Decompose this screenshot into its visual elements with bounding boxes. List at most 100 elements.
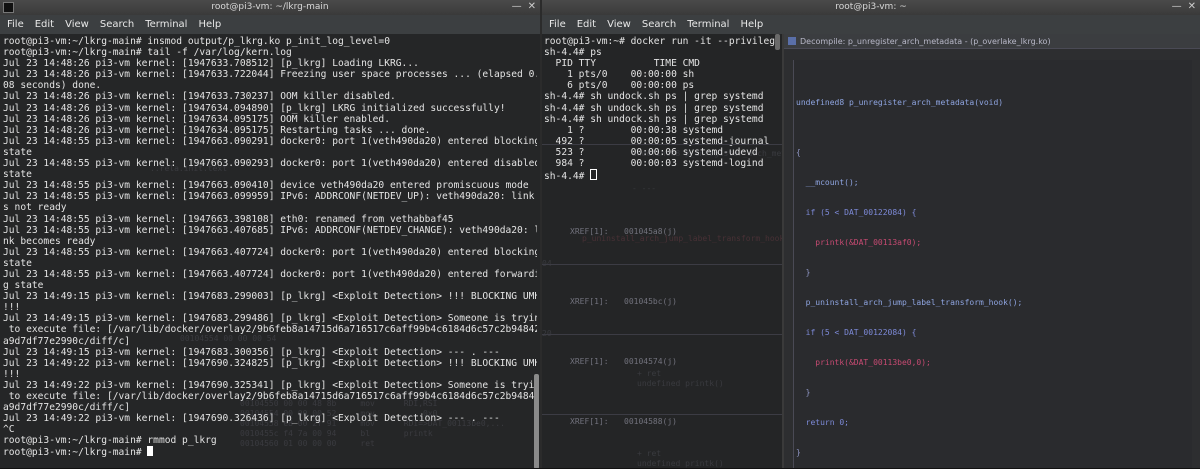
- terminal-line: 1 ? 00:00:38 systemd: [544, 124, 724, 136]
- menu-edit[interactable]: Edit: [577, 19, 596, 30]
- terminal-line: Jul 23 14:49:22 pi3-vm kernel: [1947690.…: [3, 357, 537, 369]
- terminal-line: 08 seconds) done.: [3, 80, 102, 92]
- code-line: }: [796, 448, 801, 457]
- terminal-line: Jul 23 14:48:55 pi3-vm kernel: [1947663.…: [3, 191, 537, 203]
- terminal-line: PID TTY TIME CMD: [544, 58, 700, 70]
- left-terminal-window[interactable]: root@pi3-vm: ~/lkrg-main — ✕ File Edit V…: [0, 0, 540, 469]
- terminal-line: Jul 23 14:49:15 pi3-vm kernel: [1947683.…: [3, 291, 537, 303]
- menu-edit[interactable]: Edit: [35, 19, 54, 30]
- code-line: __mcount();: [796, 178, 859, 187]
- close-icon[interactable]: ✕: [1188, 1, 1196, 12]
- code-line: if (5 < DAT_00122084) {: [796, 208, 917, 217]
- terminal-line: Jul 23 14:49:22 pi3-vm kernel: [1947690.…: [3, 413, 500, 425]
- terminal-line: g state: [3, 280, 44, 292]
- terminal-line: to execute file: [/var/lib/docker/overla…: [3, 391, 537, 402]
- terminal-line: root@pi3-vm:~/lkrg-main#: [3, 446, 537, 458]
- code-line: if (5 < DAT_00122084) {: [796, 328, 917, 337]
- terminal-line: a9d7df77e2990c/diff/c]: [3, 402, 131, 414]
- terminal-cursor: [590, 169, 598, 181]
- terminal-line: sh-4.4# ps: [544, 47, 602, 59]
- terminal-line: Jul 23 14:48:26 pi3-vm kernel: [1947633.…: [3, 69, 537, 81]
- terminal-line: Jul 23 14:49:15 pi3-vm kernel: [1947683.…: [3, 346, 500, 358]
- terminal-line: root@pi3-vm:~# docker run -it --privileg…: [544, 36, 780, 47]
- xref-label: XREF[1]:: [570, 417, 609, 426]
- code-line: printk(&DAT_00113af0);: [796, 238, 922, 247]
- terminal-line: !!!: [3, 368, 21, 380]
- xref-label: XREF[1]:: [570, 357, 609, 366]
- decompiler-code[interactable]: undefined8 p_unregister_arch_metadata(vo…: [793, 60, 1192, 469]
- terminal-line: ^C: [3, 424, 15, 436]
- menu-terminal[interactable]: Terminal: [145, 19, 187, 30]
- terminal-line: root@pi3-vm:~/lkrg-main# tail -f /var/lo…: [3, 47, 292, 59]
- menu-search[interactable]: Search: [100, 19, 134, 30]
- xref-label: XREF[1]:: [570, 227, 609, 236]
- menu-file[interactable]: File: [549, 19, 566, 30]
- terminal-line: Jul 23 14:48:55 pi3-vm kernel: [1947663.…: [3, 224, 537, 236]
- right-window-title: root@pi3-vm: ~: [835, 2, 907, 12]
- menu-file[interactable]: File: [7, 19, 24, 30]
- left-menubar: File Edit View Search Terminal Help: [0, 15, 540, 35]
- xref-label: XREF[1]:: [570, 297, 609, 306]
- minimize-icon[interactable]: —: [1172, 1, 1182, 12]
- terminal-line: sh-4.4# sh undock.sh ps | grep systemd: [544, 91, 764, 103]
- terminal-line: !!!: [3, 302, 21, 314]
- terminal-line: root@pi3-vm:~/lkrg-main# insmod output/p…: [3, 36, 390, 47]
- terminal-line: Jul 23 14:49:22 pi3-vm kernel: [1947690.…: [3, 379, 537, 391]
- right-terminal-window[interactable]: root@pi3-vm: ~ — ✕ File Edit View Search…: [542, 0, 1200, 469]
- menu-view[interactable]: View: [65, 19, 89, 30]
- terminal-line: sh-4.4# sh undock.sh ps | grep systemd: [544, 113, 764, 125]
- terminal-line: state: [3, 169, 32, 181]
- menu-terminal[interactable]: Terminal: [687, 19, 729, 30]
- code-line: undefined8 p_unregister_arch_metadata(vo…: [796, 98, 1004, 107]
- terminal-line: 984 ? 00:00:03 systemd-logind: [544, 158, 764, 170]
- left-window-titlebar[interactable]: root@pi3-vm: ~/lkrg-main — ✕: [0, 0, 540, 15]
- code-line: printk(&DAT_00113be0,0);: [796, 358, 931, 367]
- close-icon[interactable]: ✕: [528, 1, 536, 12]
- xref-address: 001045a8(j): [624, 227, 677, 236]
- decompiler-tab-label: Decompile: p_unregister_arch_metadata - …: [800, 36, 1051, 46]
- terminal-line: Jul 23 14:48:55 pi3-vm kernel: [1947663.…: [3, 180, 529, 192]
- xref-address: 001045bc(j): [624, 297, 677, 306]
- decompiler-icon: [788, 37, 796, 45]
- left-scrollbar[interactable]: [534, 374, 539, 469]
- terminal-line: nk becomes ready: [3, 235, 96, 247]
- terminal-line: Jul 23 14:48:55 pi3-vm kernel: [1947663.…: [3, 158, 537, 170]
- right-scrollbar[interactable]: [775, 34, 780, 50]
- right-window-titlebar[interactable]: root@pi3-vm: ~ — ✕: [542, 0, 1200, 15]
- code-line: p_uninstall_arch_jump_label_transform_ho…: [796, 298, 1023, 307]
- terminal-line: Jul 23 14:48:26 pi3-vm kernel: [1947634.…: [3, 102, 506, 114]
- decompiler-panel[interactable]: Decompile: p_unregister_arch_metadata - …: [784, 34, 1200, 469]
- minimize-icon[interactable]: —: [512, 1, 522, 12]
- code-line: }: [796, 388, 811, 397]
- terminal-line: to execute file: [/var/lib/docker/overla…: [3, 324, 537, 336]
- terminal-line: Jul 23 14:48:55 pi3-vm kernel: [1947663.…: [3, 213, 454, 225]
- terminal-line: state: [3, 257, 32, 269]
- terminal-line: Jul 23 14:48:55 pi3-vm kernel: [1947663.…: [3, 246, 537, 258]
- listing-panel: XREF[1]: 001045a8(j) XREF[1]: 001045bc(j…: [542, 199, 782, 469]
- menu-search[interactable]: Search: [642, 19, 676, 30]
- terminal-line: Jul 23 14:49:15 pi3-vm kernel: [1947683.…: [3, 313, 537, 325]
- left-window-title: root@pi3-vm: ~/lkrg-main: [211, 2, 329, 12]
- terminal-line: Jul 23 14:48:26 pi3-vm kernel: [1947633.…: [3, 91, 396, 103]
- terminal-cursor: [147, 446, 154, 457]
- decompiler-tab[interactable]: Decompile: p_unregister_arch_metadata - …: [784, 34, 1200, 49]
- terminal-line: root@pi3-vm:~/lkrg-main# rmmod p_lkrg: [3, 435, 217, 447]
- right-menubar: File Edit View Search Terminal Help: [542, 15, 1200, 35]
- terminal-line: Jul 23 14:48:26 pi3-vm kernel: [1947633.…: [3, 58, 419, 70]
- menu-view[interactable]: View: [607, 19, 631, 30]
- xref-address: 00104574(j): [624, 357, 677, 366]
- terminal-line: Jul 23 14:48:26 pi3-vm kernel: [1947634.…: [3, 124, 431, 136]
- code-line: }: [796, 268, 811, 277]
- code-line: {: [796, 148, 801, 157]
- menu-help[interactable]: Help: [198, 19, 221, 30]
- terminal-line: 1 pts/0 00:00:00 sh: [544, 69, 695, 81]
- terminal-line: 523 ? 00:00:06 systemd-udevd: [544, 146, 758, 158]
- terminal-line: Jul 23 14:48:55 pi3-vm kernel: [1947663.…: [3, 268, 537, 280]
- menu-help[interactable]: Help: [740, 19, 763, 30]
- code-line: return 0;: [796, 418, 849, 427]
- terminal-line: a9d7df77e2990c/diff/c]: [3, 335, 131, 347]
- terminal-line: s not ready: [3, 202, 67, 214]
- terminal-line: 492 ? 00:00:05 systemd-journal: [544, 135, 770, 147]
- terminal-line: sh-4.4#: [544, 169, 780, 182]
- left-terminal-output[interactable]: ..rela.init.text 00104550 00 00 48 8b mo…: [0, 34, 540, 469]
